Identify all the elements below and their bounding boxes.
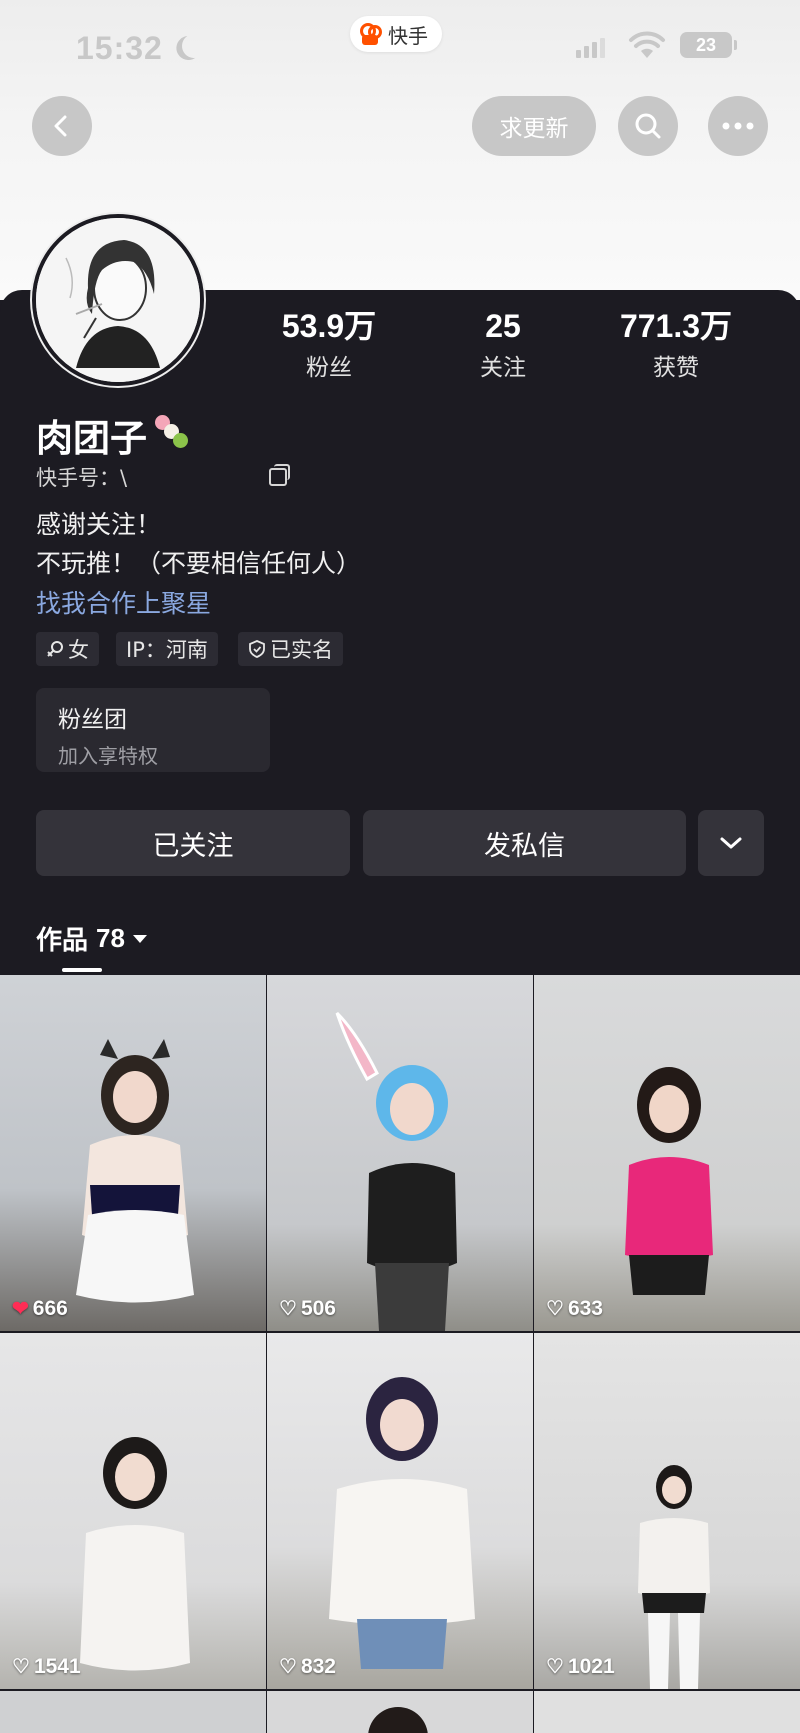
bio-link[interactable]: 找我合作上聚星 (36, 584, 211, 620)
fan-club-subtitle: 加入享特权 (58, 744, 158, 768)
more-dots-icon (722, 122, 754, 130)
video-preview (80, 1437, 190, 1671)
video-thumbnail[interactable] (534, 1691, 800, 1733)
request-update-button[interactable]: 求更新 (472, 96, 596, 156)
gender-text: 女 (68, 638, 89, 662)
video-preview (625, 1067, 713, 1295)
signal-icon (576, 38, 605, 58)
verified-text: 已实名 (270, 638, 333, 662)
bio-line: 感谢关注！ (36, 510, 162, 539)
nickname-text: 肉团子 (36, 417, 147, 460)
heart-filled-icon: ❤ (12, 1298, 29, 1320)
bio-line: 不玩推！（不要相信任何人） (36, 549, 362, 578)
female-icon (47, 641, 63, 657)
user-id-mask (135, 467, 246, 487)
ip-tag: IP：河南 (116, 632, 218, 666)
stat-fans[interactable]: 53.9万 粉丝 (259, 306, 399, 382)
gender-tag: 女 (36, 632, 99, 666)
followed-button[interactable]: 已关注 (36, 810, 350, 876)
avatar[interactable] (32, 214, 204, 386)
likes-label: 获赞 (653, 355, 699, 381)
tab-indicator (62, 968, 102, 972)
chevron-down-icon (720, 837, 742, 849)
video-thumbnail[interactable] (0, 1691, 266, 1733)
like-count: ❤ 666 (12, 1297, 68, 1320)
like-count: ♡ 506 (279, 1297, 336, 1320)
profile-nickname: 肉团子 (36, 408, 197, 462)
app-name: 快手 (388, 25, 428, 48)
works-count: 78 (96, 923, 125, 953)
heart-outline-icon: ♡ (12, 1656, 30, 1678)
caret-down-icon (132, 934, 147, 943)
heart-outline-icon: ♡ (546, 1298, 564, 1320)
fan-club-card[interactable]: 粉丝团 加入享特权 (36, 688, 270, 772)
like-count: ♡ 1541 (12, 1655, 81, 1678)
kuaishou-logo-icon (360, 23, 382, 45)
fans-count: 53.9万 (281, 308, 377, 344)
status-bar: 15:32 快手 23 (0, 0, 800, 92)
copy-icon[interactable] (269, 464, 291, 486)
stat-following[interactable]: 25 关注 (433, 306, 573, 382)
status-time: 15:32 (76, 30, 163, 66)
video-thumbnail[interactable]: ♡ 506 (267, 975, 533, 1331)
moon-icon (179, 31, 210, 62)
heart-outline-icon: ♡ (279, 1298, 297, 1320)
like-count: ♡ 832 (279, 1655, 336, 1678)
video-thumbnail[interactable]: ♡ 1021 (534, 1333, 800, 1689)
video-grid: ❤ 666 ♡ 506 ♡ 633 ♡ 1541 ♡ 832 ♡ 1021 (0, 975, 800, 1733)
verified-tag: 已实名 (238, 632, 343, 666)
user-id-text: 快手号：\ (36, 466, 128, 490)
video-preview (76, 1039, 194, 1303)
like-count: ♡ 633 (546, 1297, 603, 1320)
likes-count: 771.3万 (619, 308, 733, 344)
dango-emoji-icon (153, 413, 197, 457)
video-thumbnail[interactable]: ♡ 633 (534, 975, 800, 1331)
heart-outline-icon: ♡ (279, 1656, 297, 1678)
app-badge: 快手 (350, 16, 442, 52)
stat-likes[interactable]: 771.3万 获赞 (606, 306, 746, 382)
fans-label: 粉丝 (306, 355, 352, 381)
user-id[interactable]: 快手号：\ (36, 462, 291, 492)
search-icon (635, 113, 661, 139)
video-preview (329, 1377, 475, 1669)
battery-icon: 23 (680, 32, 737, 58)
more-options-dropdown[interactable] (698, 810, 764, 876)
search-button[interactable] (618, 96, 678, 156)
back-button[interactable] (32, 96, 92, 156)
video-thumbnail[interactable] (267, 1691, 533, 1733)
tab-works[interactable]: 作品 78 (36, 920, 147, 957)
chevron-left-icon (54, 115, 67, 137)
wifi-icon (629, 31, 665, 58)
heart-outline-icon: ♡ (546, 1656, 564, 1678)
video-preview (638, 1465, 710, 1689)
following-count: 25 (485, 308, 521, 344)
following-label: 关注 (480, 355, 526, 381)
avatar-illustration (36, 218, 200, 382)
shield-check-icon (249, 640, 265, 658)
video-preview (368, 1707, 428, 1733)
more-button[interactable] (708, 96, 768, 156)
send-message-button[interactable]: 发私信 (363, 810, 686, 876)
works-label: 作品 (36, 926, 89, 956)
video-thumbnail[interactable]: ♡ 832 (267, 1333, 533, 1689)
video-thumbnail[interactable]: ❤ 666 (0, 975, 266, 1331)
like-count: ♡ 1021 (546, 1655, 615, 1678)
fan-club-title: 粉丝团 (58, 707, 127, 733)
video-thumbnail[interactable]: ♡ 1541 (0, 1333, 266, 1689)
video-preview (335, 1011, 457, 1331)
